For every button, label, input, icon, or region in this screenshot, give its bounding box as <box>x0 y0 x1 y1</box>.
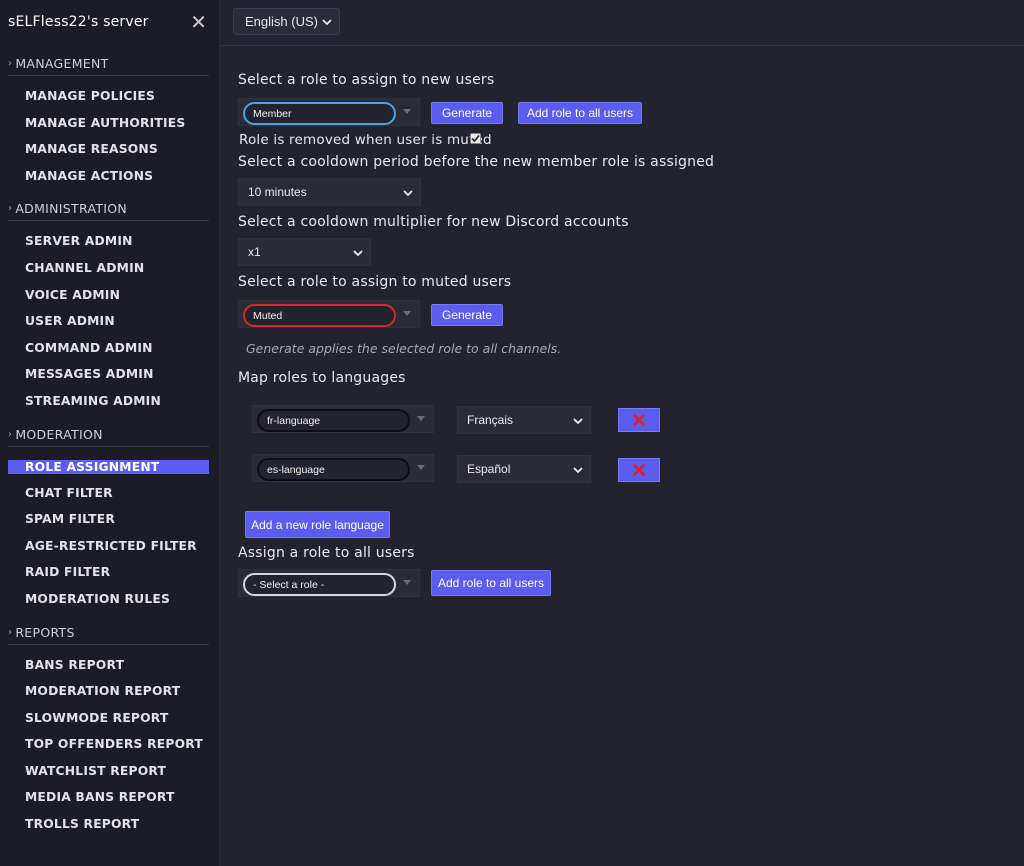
dropdown-caret-icon <box>403 580 411 585</box>
language-role-select[interactable]: es-language <box>252 454 434 482</box>
sidebar-item-manage-reasons[interactable]: MANAGE REASONS <box>8 136 209 163</box>
dropdown-caret-icon <box>417 416 425 421</box>
multiplier-value: x1 <box>248 245 261 259</box>
role-value: Member <box>253 107 292 120</box>
generate-help-text: Generate applies the selected role to al… <box>246 341 562 356</box>
role-pill: - Select a role - <box>243 573 396 596</box>
sidebar-item-manage-policies[interactable]: MANAGE POLICIES <box>8 83 209 110</box>
chevron-down-icon <box>353 250 363 257</box>
chevron-down-icon <box>322 19 332 26</box>
role-value: fr-language <box>267 414 321 427</box>
checkmark-icon <box>471 134 480 143</box>
sidebar-item-server-admin[interactable]: SERVER ADMIN <box>8 228 209 255</box>
sidebar-item-messages-admin[interactable]: MESSAGES ADMIN <box>8 361 209 388</box>
sidebar-item-manage-actions[interactable]: MANAGE ACTIONS <box>8 163 209 190</box>
sidebar-item-bans-report[interactable]: BANS REPORT <box>8 652 209 679</box>
section-title: REPORTS <box>15 624 75 640</box>
delete-language-button[interactable] <box>618 458 660 482</box>
add-role-to-all-users-button[interactable]: Add role to all users <box>518 102 642 124</box>
sidebar-item-channel-admin[interactable]: CHANNEL ADMIN <box>8 255 209 282</box>
muted-role-select[interactable]: Muted <box>238 300 420 328</box>
role-value: Muted <box>253 309 283 322</box>
cooldown-value: 10 minutes <box>248 185 307 199</box>
chevron-right-icon: › <box>8 428 13 440</box>
section-header[interactable]: › MODERATION <box>8 425 209 447</box>
muted-generate-button[interactable]: Generate <box>431 304 503 326</box>
chevron-down-icon <box>573 467 583 474</box>
close-icon[interactable]: ✕ <box>190 12 207 32</box>
cooldown-label: Select a cooldown period before the new … <box>238 154 715 170</box>
sidebar-item-watchlist-report[interactable]: WATCHLIST REPORT <box>8 758 209 785</box>
sidebar-item-streaming-admin[interactable]: STREAMING ADMIN <box>8 388 209 415</box>
section-header[interactable]: › MANAGEMENT <box>8 54 209 76</box>
sidebar-item-role-assignment[interactable]: ROLE ASSIGNMENT <box>8 459 209 474</box>
new-users-role-select[interactable]: Member <box>238 98 420 126</box>
sidebar-item-raid-filter[interactable]: RAID FILTER <box>8 559 209 586</box>
section-header[interactable]: › ADMINISTRATION <box>8 199 209 222</box>
dropdown-caret-icon <box>403 311 411 316</box>
sidebar-item-command-admin[interactable]: COMMAND ADMIN <box>8 335 209 362</box>
close-icon <box>633 464 645 476</box>
sidebar-item-media-bans-report[interactable]: MEDIA BANS REPORT <box>8 784 209 811</box>
section-title: MANAGEMENT <box>15 56 109 71</box>
language-value: Français <box>467 413 514 427</box>
sidebar-item-chat-filter[interactable]: CHAT FILTER <box>8 480 209 507</box>
muted-removed-checkbox[interactable] <box>470 133 481 144</box>
language-value: English (US) <box>245 14 318 29</box>
sidebar-item-moderation-rules[interactable]: MODERATION RULES <box>8 586 209 613</box>
sidebar-item-top-offenders-report[interactable]: TOP OFFENDERS REPORT <box>8 731 209 758</box>
dropdown-caret-icon <box>417 465 425 470</box>
role-pill: es-language <box>257 458 410 481</box>
section-reports: › REPORTS BANS REPORT MODERATION REPORT … <box>0 623 219 838</box>
sidebar-item-spam-filter[interactable]: SPAM FILTER <box>8 506 209 533</box>
assign-all-add-button[interactable]: Add role to all users <box>431 570 551 596</box>
language-value: Español <box>467 462 511 476</box>
section-management: › MANAGEMENT MANAGE POLICIES MANAGE AUTH… <box>0 54 219 189</box>
sidebar-item-voice-admin[interactable]: VOICE ADMIN <box>8 282 209 309</box>
sidebar-item-user-admin[interactable]: USER ADMIN <box>8 308 209 335</box>
chevron-down-icon <box>403 190 413 197</box>
role-value: - Select a role - <box>253 578 325 591</box>
role-pill: Muted <box>243 304 396 327</box>
section-moderation: › MODERATION ROLE ASSIGNMENT CHAT FILTER… <box>0 425 219 613</box>
role-pill: Member <box>243 102 396 125</box>
role-value: es-language <box>267 463 325 476</box>
dropdown-caret-icon <box>403 109 411 114</box>
role-pill: fr-language <box>257 409 410 432</box>
chevron-down-icon <box>573 418 583 425</box>
language-role-select[interactable]: fr-language <box>252 405 434 433</box>
server-name: sELFless22's server <box>8 14 149 30</box>
multiplier-select[interactable]: x1 <box>238 238 371 266</box>
cooldown-select[interactable]: 10 minutes <box>238 178 421 206</box>
chevron-right-icon: › <box>8 58 13 69</box>
chevron-right-icon: › <box>8 203 13 215</box>
language-select[interactable]: Français <box>457 406 591 434</box>
language-select[interactable]: Español <box>457 455 591 483</box>
sidebar-item-trolls-report[interactable]: TROLLS REPORT <box>8 811 209 838</box>
map-languages-label: Map roles to languages <box>238 370 406 386</box>
muted-removed-label: Role is removed when user is muted <box>239 132 492 148</box>
language-select[interactable]: English (US) <box>233 8 340 35</box>
assign-all-label: Assign a role to all users <box>238 545 415 561</box>
muted-role-label: Select a role to assign to muted users <box>238 274 512 290</box>
new-users-role-label: Select a role to assign to new users <box>238 72 495 88</box>
topbar: English (US) <box>220 0 1024 46</box>
delete-language-button[interactable] <box>618 408 660 432</box>
multiplier-label: Select a cooldown multiplier for new Dis… <box>238 214 629 230</box>
sidebar-item-manage-authorities[interactable]: MANAGE AUTHORITIES <box>8 110 209 137</box>
section-header[interactable]: › REPORTS <box>8 623 209 645</box>
section-administration: › ADMINISTRATION SERVER ADMIN CHANNEL AD… <box>0 199 219 414</box>
section-title: MODERATION <box>15 426 103 442</box>
sidebar: sELFless22's server ✕ › MANAGEMENT MANAG… <box>0 0 220 866</box>
sidebar-header: sELFless22's server ✕ <box>0 0 219 44</box>
add-role-language-button[interactable]: Add a new role language <box>245 511 390 538</box>
assign-all-role-select[interactable]: - Select a role - <box>238 569 420 597</box>
sidebar-item-slowmode-report[interactable]: SLOWMODE REPORT <box>8 705 209 732</box>
close-icon <box>633 414 645 426</box>
chevron-right-icon: › <box>8 626 13 638</box>
section-title: ADMINISTRATION <box>15 201 128 217</box>
sidebar-item-moderation-report[interactable]: MODERATION REPORT <box>8 678 209 705</box>
generate-button[interactable]: Generate <box>431 102 503 124</box>
sidebar-item-age-restricted-filter[interactable]: AGE-RESTRICTED FILTER <box>8 533 209 560</box>
